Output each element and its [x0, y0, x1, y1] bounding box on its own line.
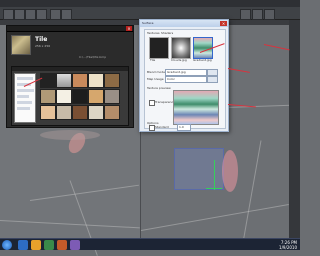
preview-sub: 256 x 256 [35, 44, 51, 48]
texture-thumb[interactable] [104, 105, 120, 120]
clock-date: 1/9/2010 [279, 245, 297, 250]
object-shadow [40, 130, 100, 140]
texture-thumb[interactable] [104, 73, 120, 88]
tree-item[interactable] [17, 95, 29, 98]
texture-thumb[interactable] [88, 73, 104, 88]
grid-line [0, 220, 140, 229]
blend-mode-field[interactable]: Gradient.jpg [165, 69, 207, 76]
preview-path: C:\...\Tile\Mix.bmp [79, 55, 107, 59]
library-title-bar [12, 67, 128, 71]
close-icon[interactable]: × [126, 26, 132, 31]
texture-thumb[interactable] [56, 105, 72, 120]
texture-thumb[interactable] [88, 105, 104, 120]
file-browser-window: × Tile 256 x 256 C:\...\Tile\Mix.bmp [6, 25, 134, 128]
media-taskbar-icon[interactable] [44, 240, 54, 250]
dialog-body: Textures Shaders Tile Clouds.jpg Gradien… [144, 29, 226, 131]
surface-dialog: Surface × Textures Shaders Tile Clouds.j… [139, 19, 229, 132]
texture-thumb[interactable] [56, 89, 72, 104]
options-mode: Standard [155, 125, 169, 129]
right-side-panel [289, 20, 300, 238]
tool-scale-icon[interactable] [36, 9, 47, 20]
field2-label: Map Usage [147, 77, 164, 81]
tree-item[interactable] [17, 107, 30, 110]
dialog-title-bar: Surface × [140, 20, 228, 27]
texture-thumb[interactable] [104, 89, 120, 104]
texture-thumb[interactable] [72, 105, 88, 120]
tool-light-icon[interactable] [264, 9, 275, 20]
texture-slot-1[interactable] [149, 37, 169, 59]
texture-thumb[interactable] [88, 89, 104, 104]
tree-item[interactable] [17, 77, 33, 80]
tab-shaders[interactable]: Shaders [161, 31, 173, 35]
browser-title-bar: × [7, 26, 133, 32]
field1-label: Blend mode [147, 70, 166, 74]
tool-rotate-icon[interactable] [25, 9, 36, 20]
blend-mode-dropdown[interactable] [207, 69, 218, 76]
texture-thumb[interactable] [56, 73, 72, 88]
tool-render-icon[interactable] [50, 9, 61, 20]
tool-select-icon[interactable] [3, 9, 14, 20]
map-usage-field[interactable]: Color [165, 76, 207, 83]
tree-item[interactable] [17, 101, 32, 104]
preview-title: Tile [35, 36, 48, 43]
app2-taskbar-icon[interactable] [70, 240, 80, 250]
section-label: Texture preview [147, 86, 171, 90]
selected-object-box[interactable] [174, 148, 224, 190]
texture-preview [11, 35, 31, 55]
y-axis-gizmo[interactable] [214, 160, 215, 190]
app-taskbar-icon[interactable] [57, 240, 67, 250]
options-number-field[interactable]: 1.0 [177, 124, 191, 131]
menu-bar [0, 0, 300, 7]
tool-material-icon[interactable] [61, 9, 72, 20]
texture-thumb[interactable] [72, 73, 88, 88]
map-usage-dropdown[interactable] [207, 76, 218, 83]
grid-line [243, 140, 262, 240]
x-axis-gizmo[interactable] [206, 188, 222, 189]
texture-slot-2[interactable] [171, 37, 191, 59]
browser-taskbar-icon[interactable] [18, 240, 28, 250]
large-texture-preview [173, 90, 219, 125]
grid-line [29, 184, 139, 201]
texture-thumb[interactable] [40, 105, 56, 120]
start-button[interactable] [2, 240, 12, 250]
dialog-title: Surface [142, 21, 154, 25]
texture-slot-3-label: Gradient.jpg [193, 58, 212, 62]
transparency-label: Transparency [155, 100, 176, 104]
grid-line [140, 203, 289, 231]
texture-thumb[interactable] [72, 89, 88, 104]
texture-library-panel [11, 66, 129, 126]
texture-thumb[interactable] [40, 73, 56, 88]
taskbar: 7:26 PM 1/9/2010 [0, 238, 300, 250]
tool-view-icon[interactable] [240, 9, 251, 20]
object-pink-shape[interactable] [222, 150, 238, 192]
tree-item[interactable] [17, 89, 34, 92]
folder-taskbar-icon[interactable] [31, 240, 41, 250]
close-icon[interactable]: × [220, 21, 227, 26]
texture-slot-1-label: Tile [150, 58, 156, 62]
tab-textures[interactable]: Textures [147, 31, 160, 35]
tool-camera-icon[interactable] [252, 9, 263, 20]
clock[interactable]: 7:26 PM 1/9/2010 [279, 240, 297, 250]
texture-thumb[interactable] [40, 89, 56, 104]
tool-move-icon[interactable] [14, 9, 25, 20]
texture-slot-2-label: Clouds.jpg [171, 58, 187, 62]
